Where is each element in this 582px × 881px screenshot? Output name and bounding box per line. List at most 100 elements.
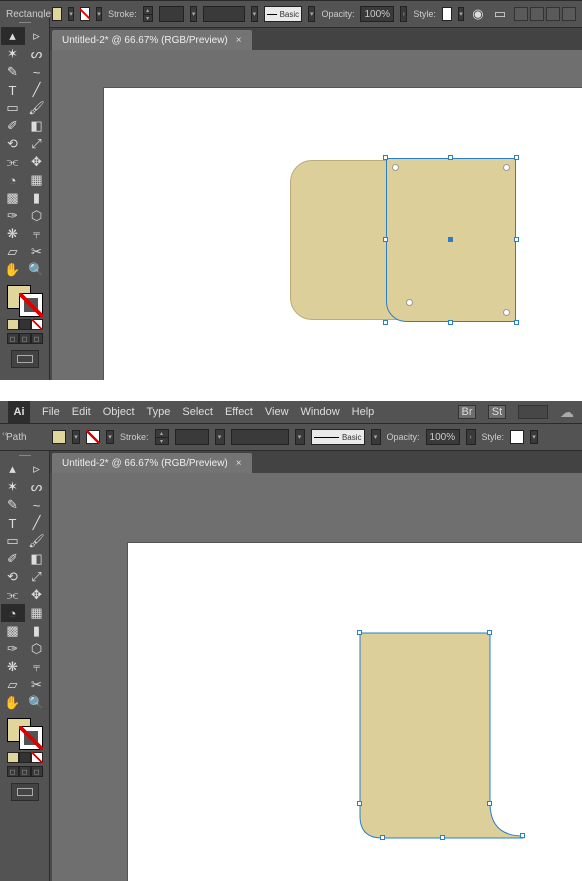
- var-width-field[interactable]: [231, 429, 289, 445]
- sync-icon[interactable]: ☁: [560, 404, 574, 421]
- menu-file[interactable]: File: [42, 406, 60, 418]
- slice-tool[interactable]: ✂: [25, 676, 49, 694]
- lasso-tool[interactable]: ᔕ: [25, 478, 49, 496]
- artboard-tool[interactable]: ▱: [1, 676, 25, 694]
- gradient-tool[interactable]: ▮: [25, 189, 49, 207]
- zoom-tool[interactable]: 🔍: [25, 261, 49, 279]
- menu-help[interactable]: Help: [352, 406, 375, 418]
- align-right-button[interactable]: [546, 7, 560, 21]
- sel-handle[interactable]: [383, 320, 388, 325]
- paintbrush-tool[interactable]: 🖌: [25, 99, 49, 117]
- menu-object[interactable]: Object: [103, 406, 135, 418]
- sel-handle[interactable]: [487, 630, 492, 635]
- sel-handle[interactable]: [487, 801, 492, 806]
- stroke-weight-drop[interactable]: ▾: [190, 6, 197, 22]
- blend-tool[interactable]: ⬡: [25, 207, 49, 225]
- align-panel-icon[interactable]: ▭: [492, 5, 508, 23]
- recolor-icon[interactable]: ◉: [470, 5, 486, 23]
- direct-selection-tool[interactable]: ▹: [25, 27, 49, 45]
- fill-dropdown[interactable]: ▾: [72, 430, 80, 444]
- symbol-sprayer-tool[interactable]: ❋: [1, 658, 25, 676]
- stroke-weight-stepper[interactable]: ▴▾: [143, 6, 153, 22]
- menu-view[interactable]: View: [265, 406, 289, 418]
- artboard[interactable]: [128, 543, 582, 881]
- sel-handle[interactable]: [514, 320, 519, 325]
- sel-handle[interactable]: [448, 155, 453, 160]
- paintbrush-tool[interactable]: 🖌: [25, 532, 49, 550]
- fill-stroke-box[interactable]: [7, 718, 43, 750]
- graph-tool[interactable]: ⫧: [25, 225, 49, 243]
- opacity-drop[interactable]: ›: [466, 429, 476, 445]
- perspective-tool[interactable]: ▦: [25, 604, 49, 622]
- stock-button[interactable]: St: [488, 405, 506, 419]
- fill-dropdown[interactable]: ▾: [68, 7, 74, 21]
- var-width-drop[interactable]: ▾: [251, 6, 258, 22]
- curvature-tool[interactable]: ~: [25, 63, 49, 81]
- shaper-tool[interactable]: ✐: [1, 117, 25, 135]
- corner-widget-bl[interactable]: [406, 299, 413, 306]
- stroke-weight-field[interactable]: [159, 6, 184, 22]
- sel-handle[interactable]: [440, 835, 445, 840]
- direct-selection-tool[interactable]: ▹: [25, 460, 49, 478]
- arrange-documents-button[interactable]: [518, 405, 548, 419]
- var-width-drop[interactable]: ▾: [295, 429, 305, 445]
- panel-grip[interactable]: [10, 22, 40, 25]
- width-tool[interactable]: ⫘: [1, 153, 25, 171]
- close-icon[interactable]: ×: [236, 35, 242, 46]
- sel-handle[interactable]: [357, 801, 362, 806]
- slice-tool[interactable]: ✂: [25, 243, 49, 261]
- stroke-dropdown[interactable]: ▾: [96, 7, 102, 21]
- sel-handle[interactable]: [383, 237, 388, 242]
- fill-stroke-box[interactable]: [7, 285, 43, 317]
- color-mode-swatches[interactable]: [7, 319, 43, 330]
- type-tool[interactable]: T: [1, 81, 25, 99]
- rect-selected[interactable]: [386, 158, 516, 322]
- shape-builder-tool[interactable]: ◔: [1, 604, 25, 622]
- gradient-tool[interactable]: ▮: [25, 622, 49, 640]
- draw-mode-buttons[interactable]: ◻◻◻: [7, 766, 43, 777]
- rotate-tool[interactable]: ⟲: [1, 568, 25, 586]
- bridge-button[interactable]: Br: [458, 405, 476, 419]
- app-logo[interactable]: Ai: [8, 401, 30, 423]
- sel-handle[interactable]: [357, 630, 362, 635]
- graphic-style-drop[interactable]: ▾: [458, 7, 464, 21]
- magic-wand-tool[interactable]: ✶: [1, 45, 25, 63]
- corner-widget-tl[interactable]: [392, 164, 399, 171]
- line-tool[interactable]: ╱: [25, 514, 49, 532]
- mesh-tool[interactable]: ▩: [1, 622, 25, 640]
- menu-edit[interactable]: Edit: [72, 406, 91, 418]
- path-selected[interactable]: [360, 633, 525, 843]
- color-mode-swatches[interactable]: [7, 752, 43, 763]
- collapse-handle[interactable]: ‹‹: [2, 429, 7, 438]
- artboard-tool[interactable]: ▱: [1, 243, 25, 261]
- brush-drop[interactable]: ▾: [371, 429, 381, 445]
- align-left-button[interactable]: [514, 7, 528, 21]
- sel-handle[interactable]: [520, 833, 525, 838]
- fill-swatch[interactable]: [52, 430, 66, 444]
- selection-tool[interactable]: ▴: [1, 460, 25, 478]
- corner-widget-tr[interactable]: [503, 164, 510, 171]
- shape-builder-tool[interactable]: ◔: [1, 171, 25, 189]
- rectangle-tool[interactable]: ▭: [1, 532, 25, 550]
- artboard[interactable]: [104, 88, 582, 380]
- document-tab[interactable]: Untitled-2* @ 66.67% (RGB/Preview) ×: [52, 30, 252, 50]
- stroke-swatch[interactable]: [80, 7, 90, 21]
- opacity-field[interactable]: 100%: [426, 429, 460, 445]
- brush-selector[interactable]: Basic: [264, 6, 302, 22]
- rectangle-tool[interactable]: ▭: [1, 99, 25, 117]
- draw-mode-buttons[interactable]: ◻◻◻: [7, 333, 43, 344]
- rotate-tool[interactable]: ⟲: [1, 135, 25, 153]
- graphic-style-drop[interactable]: ▾: [530, 430, 538, 444]
- opacity-field[interactable]: 100%: [360, 6, 394, 22]
- workspace[interactable]: [52, 50, 582, 380]
- path-shape[interactable]: [360, 633, 523, 838]
- var-width-field[interactable]: [203, 6, 244, 22]
- free-transform-tool[interactable]: ✥: [25, 153, 49, 171]
- selection-tool[interactable]: ▴: [1, 27, 25, 45]
- sel-handle[interactable]: [514, 237, 519, 242]
- brush-selector[interactable]: Basic: [311, 429, 365, 445]
- eyedropper-tool[interactable]: ✑: [1, 207, 25, 225]
- curvature-tool[interactable]: ~: [25, 496, 49, 514]
- screen-mode-button[interactable]: [11, 783, 39, 801]
- workspace[interactable]: [52, 473, 582, 881]
